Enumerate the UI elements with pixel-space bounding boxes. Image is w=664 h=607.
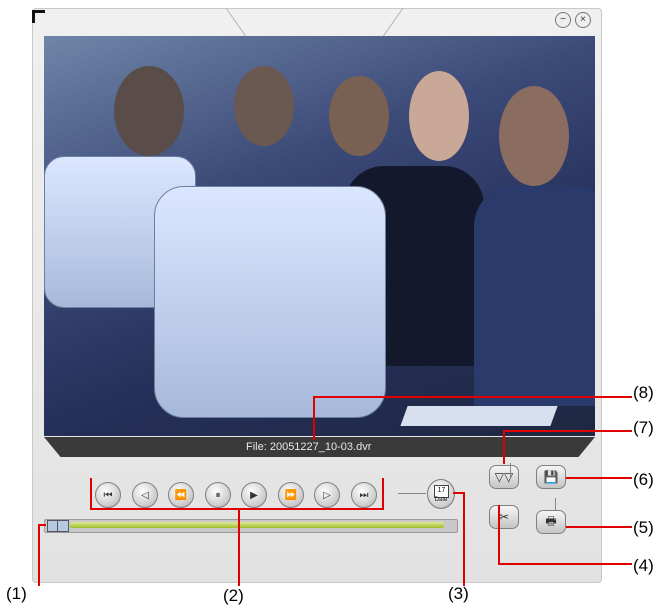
- callout-label-6: (6): [633, 470, 654, 489]
- skip-to-end-button[interactable]: ⏭: [351, 482, 377, 508]
- video-figure: [329, 76, 389, 156]
- filter-button[interactable]: ▽▽: [489, 465, 519, 489]
- date-button-label: Date: [434, 497, 448, 503]
- callout-label-1: (1): [6, 584, 27, 603]
- callout-label-2: (2): [223, 586, 244, 605]
- print-button[interactable]: 🖶: [536, 510, 566, 534]
- callout-bracket-2: [382, 478, 384, 510]
- save-button[interactable]: 💾: [536, 465, 566, 489]
- video-figure: [499, 86, 569, 186]
- progress-handle[interactable]: [47, 520, 69, 532]
- callout-bracket-2: [90, 508, 384, 510]
- save-icon: 💾: [543, 470, 559, 484]
- close-icon: ×: [580, 14, 586, 25]
- callout-label-5: (5): [633, 518, 654, 537]
- minimize-button[interactable]: −: [555, 12, 571, 28]
- step-forward-icon: ▷: [323, 489, 331, 501]
- minimize-icon: −: [560, 14, 566, 25]
- date-button[interactable]: 17 Date: [427, 479, 455, 509]
- rewind-button[interactable]: ⏪: [168, 482, 194, 508]
- pause-button[interactable]: ⏸: [205, 482, 231, 508]
- fast-forward-button[interactable]: ⏩: [278, 482, 304, 508]
- fast-forward-icon: ⏩: [284, 489, 298, 501]
- skip-start-icon: ⏮: [103, 489, 113, 501]
- video-display: [44, 36, 595, 436]
- callout-label-3: (3): [448, 584, 469, 603]
- step-back-icon: ◁: [141, 489, 149, 501]
- window-corner-mark: [32, 10, 45, 23]
- play-button[interactable]: ▶: [241, 482, 267, 508]
- video-figure: [114, 66, 184, 156]
- play-icon: ▶: [250, 489, 258, 501]
- file-caption: File: 20051227_10-03.dvr: [246, 441, 372, 453]
- video-monitor: [154, 186, 386, 418]
- video-figure: [234, 66, 294, 146]
- callout-bracket-2: [90, 478, 92, 510]
- callout-line-7: [503, 430, 632, 432]
- callout-line-5: [566, 526, 632, 528]
- video-figure: [409, 71, 469, 161]
- callout-line-7: [503, 430, 505, 464]
- cut-button[interactable]: ✂: [489, 505, 519, 529]
- function-connector: [555, 498, 556, 510]
- callout-line-6: [566, 477, 632, 479]
- callout-line-4: [498, 505, 500, 565]
- callout-label-8: (8): [633, 383, 654, 402]
- callout-line-2: [238, 508, 240, 586]
- rewind-icon: ⏪: [174, 489, 188, 501]
- skip-to-start-button[interactable]: ⏮: [95, 482, 121, 508]
- step-forward-button[interactable]: ▷: [314, 482, 340, 508]
- callout-line-8: [313, 396, 632, 398]
- printer-icon: 🖶: [545, 513, 557, 528]
- step-back-button[interactable]: ◁: [132, 482, 158, 508]
- callout-line-3: [463, 492, 465, 586]
- pause-icon: ⏸: [215, 489, 221, 501]
- callout-label-4: (4): [633, 556, 654, 575]
- video-figure-body: [474, 186, 595, 406]
- callout-line-1: [38, 524, 40, 586]
- skip-end-icon: ⏭: [359, 489, 369, 501]
- close-button[interactable]: ×: [575, 12, 591, 28]
- scissors-icon: ✂: [498, 510, 510, 524]
- callout-line-8: [313, 396, 315, 440]
- date-connector-line: [398, 493, 426, 494]
- callout-label-7: (7): [633, 418, 654, 437]
- function-connector: [510, 463, 511, 479]
- callout-line-4: [498, 563, 632, 565]
- progress-fill: [70, 522, 444, 528]
- video-keyboard: [400, 406, 558, 426]
